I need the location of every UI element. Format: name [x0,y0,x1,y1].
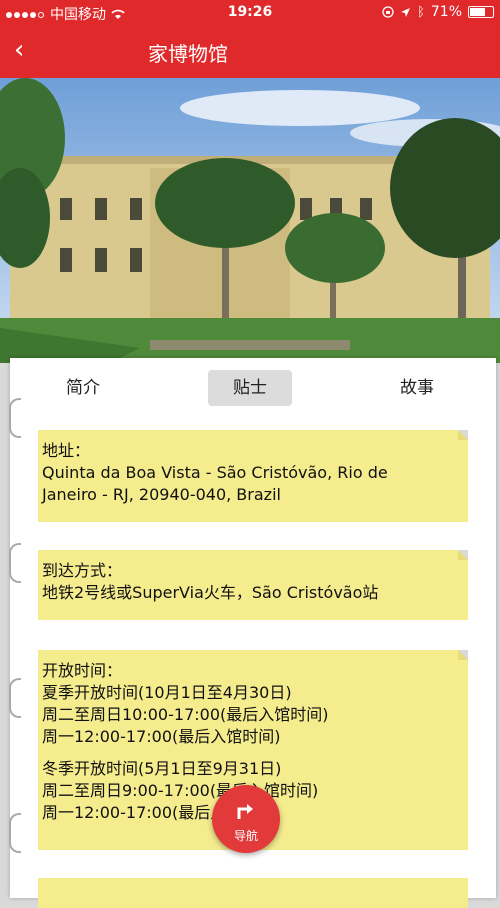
transport-heading: 到达方式： [42,561,123,580]
hours-line: 夏季开放时间(10月1日至4月30日) [42,683,292,702]
hours-heading: 开放时间： [42,661,123,680]
tab-intro[interactable]: 简介 [50,370,116,406]
bluetooth-icon: ᛒ [417,4,425,20]
battery-icon [468,6,494,18]
hours-line: 周一12:00-17:00(最后入馆时间) [42,727,281,746]
tab-bar: 简介 贴士 故事 [10,370,496,406]
binder-ring [9,543,21,583]
back-button[interactable]: ‹ [14,36,24,64]
turn-right-arrow-icon [237,804,253,819]
navigate-label: 导航 [233,829,258,843]
hours-line: 周二至周日10:00-17:00(最后入馆时间) [42,705,329,724]
museum-photo [0,78,500,363]
transport-line: 地铁2号线或SuperVia火车，São Cristóvão站 [42,583,379,602]
page-fold [458,650,468,660]
address-heading: 地址： [42,441,91,460]
address-line: Quinta da Boa Vista - São Cristóvão, Rio… [42,463,388,482]
status-bar: 中国移动 19:26 ᛒ 71% [0,0,500,26]
tab-stories[interactable]: 故事 [384,370,450,406]
address-card: 地址： Quinta da Boa Vista - São Cristóvão,… [38,430,468,522]
page-fold [458,430,468,440]
navigate-button[interactable]: 导航 [212,785,280,853]
nav-bar: ‹ 家博物馆 [0,26,500,78]
museum-photo-illustration [0,78,500,363]
next-card [38,878,468,908]
page-title: 家博物馆 [148,42,228,66]
hours-line: 冬季开放时间(5月1日至9月31日) [42,759,282,778]
binder-ring [9,813,21,853]
address-line: Janeiro - RJ, 20940-040, Brazil [42,485,281,504]
transport-card: 到达方式： 地铁2号线或SuperVia火车，São Cristóvão站 [38,550,468,620]
binder-ring [9,678,21,718]
tab-tips[interactable]: 贴士 [208,370,292,406]
hours-spacer [42,748,464,758]
status-right: ᛒ 71% [382,4,494,20]
page-fold [458,550,468,560]
lock-rotation-icon [382,6,394,18]
battery-percent: 71% [430,4,462,20]
location-arrow-icon [401,7,411,17]
